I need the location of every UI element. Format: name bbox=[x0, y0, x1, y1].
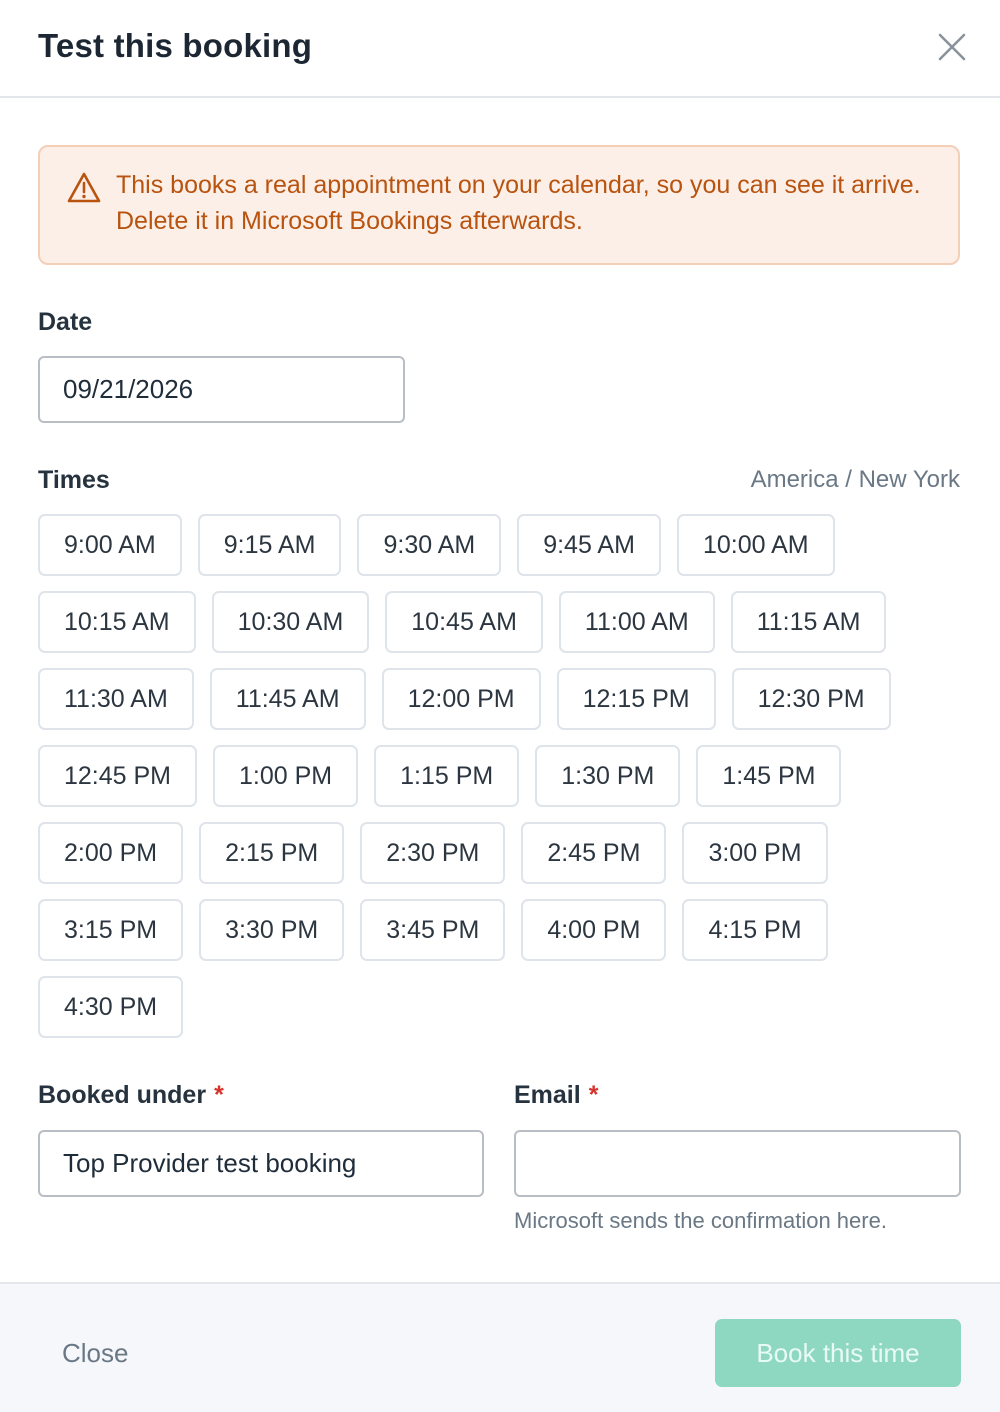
time-slot-button[interactable]: 2:15 PM bbox=[199, 822, 345, 884]
time-slot-button[interactable]: 12:45 PM bbox=[38, 745, 198, 807]
dialog-footer: Close Book this time bbox=[0, 1282, 1000, 1412]
required-marker: * bbox=[588, 1081, 599, 1109]
book-this-time-button[interactable]: Book this time bbox=[715, 1319, 961, 1387]
time-slot-button[interactable]: 10:45 AM bbox=[385, 591, 543, 653]
close-button[interactable]: Close bbox=[62, 1338, 128, 1369]
time-slot-button[interactable]: 4:00 PM bbox=[521, 899, 667, 961]
time-slot-row: 2:00 PM 2:15 PM 2:30 PM 2:45 PM 3:00 PM bbox=[38, 822, 960, 884]
dialog-title: Test this booking bbox=[38, 27, 313, 64]
time-slot-row: 3:15 PM 3:30 PM 3:45 PM 4:00 PM 4:15 PM bbox=[38, 899, 960, 961]
warning-alert: This books a real appointment on your ca… bbox=[38, 145, 960, 265]
time-slot-button[interactable]: 10:00 AM bbox=[676, 514, 835, 576]
time-slot-row: 9:00 AM 9:15 AM 9:30 AM 9:45 AM 10:00 AM bbox=[38, 514, 960, 576]
time-slot-button[interactable]: 9:45 AM bbox=[517, 514, 661, 576]
time-slot-button[interactable]: 1:45 PM bbox=[696, 745, 842, 807]
dialog-header: Test this booking bbox=[0, 0, 1000, 98]
email-input[interactable] bbox=[514, 1130, 961, 1197]
time-slot-button[interactable]: 2:30 PM bbox=[360, 822, 506, 884]
time-slot-button[interactable]: 9:00 AM bbox=[38, 514, 182, 576]
time-slot-button[interactable]: 10:30 AM bbox=[211, 591, 370, 653]
time-slot-button[interactable]: 12:30 PM bbox=[731, 668, 891, 730]
time-slot-row: 11:30 AM 11:45 AM 12:00 PM 12:15 PM 12:30 PM bbox=[38, 668, 960, 730]
booked-under-label-text: Booked under bbox=[38, 1081, 207, 1109]
times-label: Times bbox=[38, 466, 110, 494]
time-slot-button[interactable]: 1:30 PM bbox=[535, 745, 681, 807]
time-slot-button[interactable]: 4:15 PM bbox=[682, 899, 828, 961]
time-slot-button[interactable]: 2:45 PM bbox=[521, 822, 667, 884]
email-label: Email * bbox=[514, 1081, 598, 1110]
time-slot-button[interactable]: 3:45 PM bbox=[360, 899, 506, 961]
close-icon[interactable] bbox=[932, 27, 972, 67]
time-slot-button[interactable]: 1:00 PM bbox=[213, 745, 359, 807]
time-slot-button[interactable]: 10:15 AM bbox=[38, 591, 196, 653]
time-slot-button[interactable]: 3:00 PM bbox=[682, 822, 828, 884]
time-slot-button[interactable]: 1:15 PM bbox=[374, 745, 520, 807]
time-slot-button[interactable]: 3:30 PM bbox=[199, 899, 345, 961]
time-slot-button[interactable]: 11:30 AM bbox=[38, 668, 194, 730]
date-label: Date bbox=[38, 308, 93, 336]
time-slot-grid: 9:00 AM 9:15 AM 9:30 AM 9:45 AM 10:00 AM 10:1… bbox=[38, 514, 960, 1053]
booked-under-label: Booked under * bbox=[38, 1081, 224, 1110]
warning-triangle-icon bbox=[66, 171, 102, 205]
time-slot-row: 4:30 PM bbox=[38, 976, 960, 1038]
time-slot-button[interactable]: 12:00 PM bbox=[381, 668, 541, 730]
time-slot-button[interactable]: 9:30 AM bbox=[357, 514, 502, 576]
time-slot-button[interactable]: 9:15 AM bbox=[197, 514, 342, 576]
time-slot-button[interactable]: 11:00 AM bbox=[558, 591, 715, 653]
time-slot-button[interactable]: 11:15 AM bbox=[730, 591, 887, 653]
time-slot-button[interactable]: 3:15 PM bbox=[38, 899, 184, 961]
date-input[interactable] bbox=[38, 356, 405, 423]
test-booking-dialog: Test this booking This books a real appo… bbox=[0, 0, 1000, 1412]
timezone-label: America / New York bbox=[750, 466, 960, 493]
time-slot-row: 10:15 AM 10:30 AM 10:45 AM 11:00 AM 11:15 AM bbox=[38, 591, 960, 653]
time-slot-button[interactable]: 11:45 AM bbox=[209, 668, 366, 730]
email-label-text: Email bbox=[514, 1081, 581, 1109]
alert-message: This books a real appointment on your ca… bbox=[116, 171, 921, 235]
email-help-text: Microsoft sends the confirmation here. bbox=[514, 1208, 887, 1233]
required-marker: * bbox=[214, 1081, 224, 1109]
booked-under-input[interactable] bbox=[38, 1130, 484, 1197]
time-slot-button[interactable]: 4:30 PM bbox=[38, 976, 184, 1038]
time-slot-row: 12:45 PM 1:00 PM 1:15 PM 1:30 PM 1:45 PM bbox=[38, 745, 960, 807]
time-slot-button[interactable]: 2:00 PM bbox=[38, 822, 184, 884]
time-slot-button[interactable]: 12:15 PM bbox=[556, 668, 716, 730]
